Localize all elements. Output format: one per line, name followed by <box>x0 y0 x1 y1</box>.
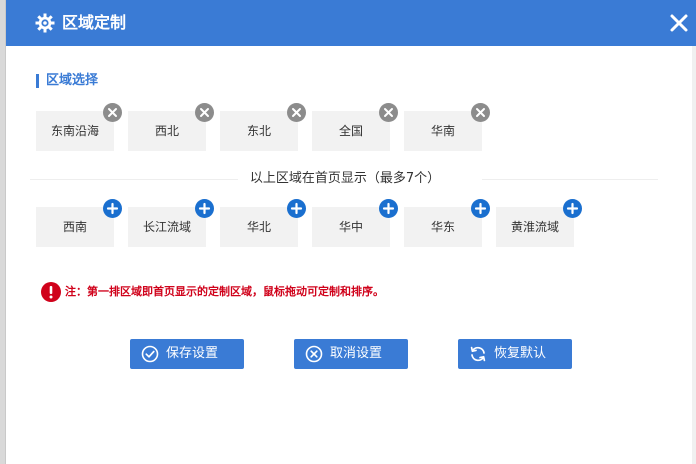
remove-icon[interactable] <box>195 103 214 122</box>
scrollbar[interactable] <box>692 46 696 464</box>
available-region-chip[interactable]: 长江流域 <box>128 199 214 247</box>
reset-button[interactable]: 恢复默认 <box>458 339 572 369</box>
available-region-chip[interactable]: 西南 <box>36 199 122 247</box>
remove-icon[interactable] <box>379 103 398 122</box>
hint-text: 注：第一排区域即首页显示的定制区域，鼠标拖动可定制和排序。 <box>65 285 384 298</box>
available-region-chip[interactable]: 华北 <box>220 199 306 247</box>
selected-region-chip[interactable]: 华南 <box>404 103 490 151</box>
selected-region-chip[interactable]: 东南沿海 <box>36 103 122 151</box>
divider-line-left <box>30 179 238 180</box>
divider-caption: 以上区域在首页显示（最多7个） <box>249 171 441 186</box>
dialog-title: 区域定制 <box>62 13 127 32</box>
selected-region-chip[interactable]: 西北 <box>128 103 214 151</box>
available-region-chip[interactable]: 华东 <box>404 199 490 247</box>
add-icon[interactable] <box>287 199 306 218</box>
divider-line-right <box>482 179 658 180</box>
add-icon[interactable] <box>471 199 490 218</box>
selected-region-chip[interactable]: 东北 <box>220 103 306 151</box>
save-button[interactable]: 保存设置 <box>130 339 244 369</box>
refresh-icon <box>469 345 487 363</box>
add-icon[interactable] <box>195 199 214 218</box>
close-icon[interactable] <box>669 13 689 33</box>
add-icon[interactable] <box>563 199 582 218</box>
check-circle-icon <box>141 345 159 363</box>
remove-icon[interactable] <box>287 103 306 122</box>
save-button-label: 保存设置 <box>166 346 219 361</box>
section-accent-bar <box>36 74 39 88</box>
remove-icon[interactable] <box>471 103 490 122</box>
dialog-titlebar: 区域定制 <box>6 0 696 46</box>
gear-icon <box>35 13 55 33</box>
reset-button-label: 恢复默认 <box>494 346 547 361</box>
available-region-chip[interactable]: 华中 <box>312 199 398 247</box>
section-title: 区域选择 <box>46 73 99 88</box>
region-customize-dialog: 区域定制 区域选择 东南沿海 西北 东北 全国 华南 以上区域在首页显示（最多7… <box>5 0 696 464</box>
x-circle-icon <box>305 345 323 363</box>
cancel-button-label: 取消设置 <box>330 346 383 361</box>
available-region-chip[interactable]: 黄淮流域 <box>496 199 582 247</box>
add-icon[interactable] <box>379 199 398 218</box>
remove-icon[interactable] <box>103 103 122 122</box>
add-icon[interactable] <box>103 199 122 218</box>
exclamation-icon <box>41 282 61 302</box>
cancel-button[interactable]: 取消设置 <box>294 339 408 369</box>
selected-region-chip[interactable]: 全国 <box>312 103 398 151</box>
